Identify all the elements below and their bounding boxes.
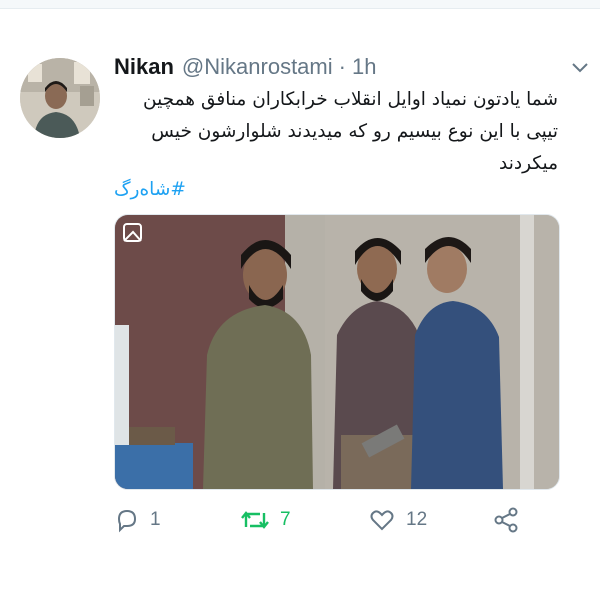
chevron-down-icon[interactable] [570, 60, 590, 74]
tweet-text-line: تیپی با این نوع بیسیم رو که میدیدند شلوا… [151, 121, 558, 142]
retweet-count: 7 [280, 509, 291, 530]
author-handle[interactable]: @Nikanrostami [182, 54, 333, 80]
avatar-photo [20, 58, 100, 138]
share-button[interactable] [492, 505, 520, 535]
hashtag-link[interactable]: #شاه‌رگ [114, 176, 234, 204]
tweet-media[interactable] [114, 214, 560, 490]
reply-count: 1 [150, 509, 161, 530]
reply-button[interactable]: 1 [114, 505, 161, 535]
tweet-text-line: شما یادتون نمیاد اوایل انقلاب خرابکاران … [143, 89, 558, 110]
timestamp[interactable]: 1h [352, 54, 376, 80]
top-divider [0, 0, 600, 9]
share-icon [492, 506, 520, 534]
tweet-header: Nikan @Nikanrostami · 1h [114, 52, 376, 82]
like-count: 12 [406, 509, 428, 530]
tweet-text: شما یادتون نمیاد اوایل انقلاب خرابکاران … [114, 84, 558, 180]
heart-icon [368, 507, 396, 533]
retweet-button[interactable]: 7 [240, 505, 291, 535]
tweet-actions: 1 7 12 [114, 505, 558, 535]
avatar[interactable] [20, 58, 100, 138]
author-name[interactable]: Nikan [114, 54, 174, 80]
gif-icon [121, 221, 147, 247]
reply-icon [114, 507, 140, 533]
media-photo [115, 215, 559, 489]
separator-dot: · [338, 54, 346, 79]
like-button[interactable]: 12 [368, 505, 427, 535]
retweet-icon [240, 507, 270, 533]
